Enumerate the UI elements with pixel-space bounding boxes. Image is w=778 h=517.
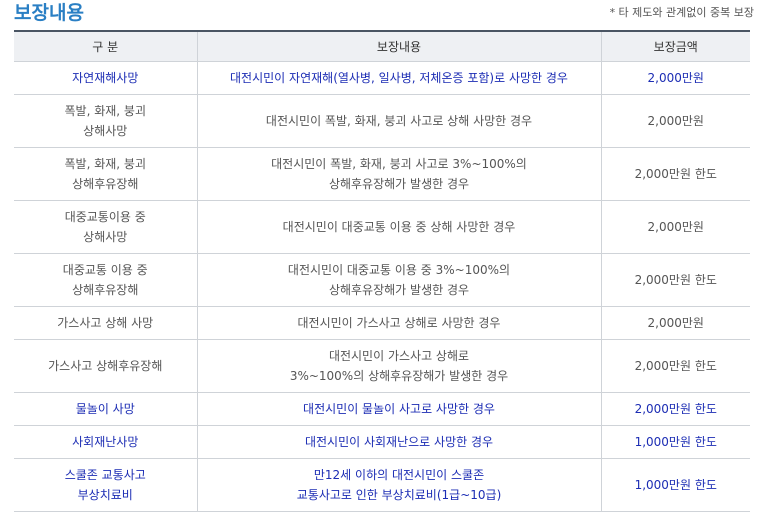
- row-amount: 2,000만원 한도: [600, 339, 750, 393]
- table-row: 대중교통이용 중 상해사망 대전시민이 대중교통 이용 중 상해 사망한 경우 2…: [14, 200, 750, 254]
- table-row: 폭발, 화재, 붕괴 상해사망 대전시민이 폭발, 화재, 붕괴 사고로 상해 사…: [14, 94, 750, 148]
- row-amount: 2,000만원 한도: [600, 253, 750, 307]
- row-amount: 1,000만원 한도: [600, 425, 750, 459]
- row-amount: 2,000만원 한도: [600, 392, 750, 426]
- row-content: 대전시민이 폭발, 화재, 붕괴 사고로 3%~100%의 상해후유장해가 발생한…: [196, 147, 601, 201]
- duplicate-coverage-note: * 타 제도와 관계없이 중복 보장: [609, 6, 754, 19]
- row-content: 대전시민이 가스사고 상해로 사망한 경우: [196, 306, 601, 340]
- row-amount: 1,000만원 한도: [600, 458, 750, 512]
- row-category: 물놀이 사망: [14, 392, 197, 426]
- row-content: 대전시민이 물놀이 사고로 사망한 경우: [196, 392, 601, 426]
- table-header-row: 구 분 보장내용 보장금액: [14, 30, 750, 62]
- row-amount: 2,000만원: [600, 94, 750, 148]
- row-content: 대전시민이 대중교통 이용 중 3%~100%의 상해후유장해가 발생한 경우: [196, 253, 601, 307]
- table-row: 가스사고 상해 사망 대전시민이 가스사고 상해로 사망한 경우 2,000만원: [14, 306, 750, 340]
- header-amount: 보장금액: [600, 30, 750, 62]
- coverage-table: 구 분 보장내용 보장금액 자연재해사망 대전시민이 자연재해(열사병, 일사병…: [14, 30, 750, 512]
- row-category: 사회재난사망: [14, 425, 197, 459]
- page-title: 보장내용: [14, 2, 84, 24]
- row-category: 스쿨존 교통사고 부상치료비: [14, 458, 197, 512]
- row-category: 자연재해사망: [14, 61, 197, 95]
- row-category: 가스사고 상해후유장해: [14, 339, 197, 393]
- row-content: 대전시민이 대중교통 이용 중 상해 사망한 경우: [196, 200, 601, 254]
- row-category: 폭발, 화재, 붕괴 상해사망: [14, 94, 197, 148]
- header-content: 보장내용: [196, 30, 601, 62]
- row-amount: 2,000만원 한도: [600, 147, 750, 201]
- table-row: 스쿨존 교통사고 부상치료비 만12세 이하의 대전시민이 스쿨존 교통사고로 인한…: [14, 458, 750, 512]
- table-row: 가스사고 상해후유장해 대전시민이 가스사고 상해로 3%~100%의 상해후유장…: [14, 339, 750, 393]
- header-category: 구 분: [14, 30, 197, 62]
- row-content: 대전시민이 사회재난으로 사망한 경우: [196, 425, 601, 459]
- table-row: 물놀이 사망 대전시민이 물놀이 사고로 사망한 경우 2,000만원 한도: [14, 392, 750, 426]
- row-category: 대중교통이용 중 상해사망: [14, 200, 197, 254]
- row-amount: 2,000만원: [600, 61, 750, 95]
- row-content: 대전시민이 가스사고 상해로 3%~100%의 상해후유장해가 발생한 경우: [196, 339, 601, 393]
- row-amount: 2,000만원: [600, 200, 750, 254]
- table-row: 자연재해사망 대전시민이 자연재해(열사병, 일사병, 저체온증 포함)로 사망…: [14, 61, 750, 95]
- table-row: 사회재난사망 대전시민이 사회재난으로 사망한 경우 1,000만원 한도: [14, 425, 750, 459]
- row-category: 대중교통 이용 중 상해후유장해: [14, 253, 197, 307]
- table-row: 폭발, 화재, 붕괴 상해후유장해 대전시민이 폭발, 화재, 붕괴 사고로 3%…: [14, 147, 750, 201]
- row-content: 대전시민이 자연재해(열사병, 일사병, 저체온증 포함)로 사망한 경우: [196, 61, 601, 95]
- row-content: 대전시민이 폭발, 화재, 붕괴 사고로 상해 사망한 경우: [196, 94, 601, 148]
- table-row: 대중교통 이용 중 상해후유장해 대전시민이 대중교통 이용 중 3%~100%의…: [14, 253, 750, 307]
- row-category: 가스사고 상해 사망: [14, 306, 197, 340]
- row-category: 폭발, 화재, 붕괴 상해후유장해: [14, 147, 197, 201]
- row-amount: 2,000만원: [600, 306, 750, 340]
- row-content: 만12세 이하의 대전시민이 스쿨존 교통사고로 인한 부상치료비(1급~10급): [196, 458, 601, 512]
